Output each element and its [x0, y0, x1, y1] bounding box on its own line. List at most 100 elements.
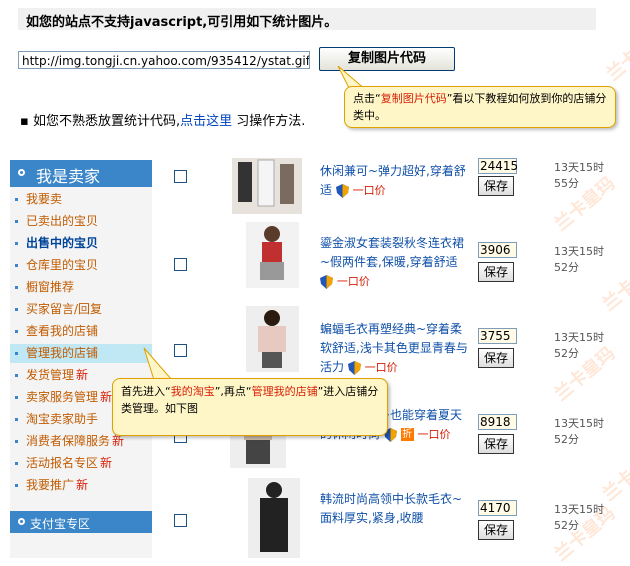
price-label: 一口价	[352, 184, 386, 197]
tip-highlight: 复制图片代码	[380, 92, 447, 105]
click-here-link[interactable]: 点击这里	[180, 114, 232, 129]
product-row: 韩流时尚高领中长款毛衣~面料厚实,紧身,收腰 4170 保存 13天15时52分	[160, 476, 630, 562]
tip-highlight: 管理我的店铺	[251, 385, 318, 398]
new-badge: 新	[112, 434, 125, 448]
bullet-icon	[15, 198, 18, 201]
product-checkbox[interactable]	[174, 258, 187, 271]
circle-icon	[18, 518, 25, 525]
product-checkbox[interactable]	[174, 514, 187, 527]
sidebar-item-showcase[interactable]: 橱窗推荐	[10, 278, 152, 297]
sidebar-title: 我是卖家	[36, 167, 101, 186]
sidebar-item-sell[interactable]: 我要卖	[10, 190, 152, 209]
info-text: 习操作方法.	[232, 114, 306, 129]
remaining-time: 13天15时52分	[554, 417, 604, 446]
tip-callout-manage-shop: 首先进入“我的淘宝”,再点“管理我的店铺”进入店铺分类管理。如下图	[112, 378, 388, 436]
save-button[interactable]: 保存	[478, 520, 514, 540]
sidebar-item-view-shop[interactable]: 查看我的店铺	[10, 322, 152, 341]
sidebar-item-warehouse[interactable]: 仓库里的宝贝	[10, 256, 152, 275]
bullet-icon	[15, 440, 18, 443]
sidebar-item-label: 发货管理	[26, 368, 75, 382]
bullet-icon	[15, 242, 18, 245]
new-badge: 新	[100, 390, 113, 404]
shield-icon	[347, 360, 361, 375]
product-title[interactable]: 休闲兼可~弹力超好,穿着舒适 一口价	[320, 162, 470, 200]
page-title: 如您的站点不支持javascript,可引用如下统计图片。	[26, 15, 338, 30]
product-thumbnail[interactable]	[248, 478, 300, 558]
sidebar-item-label: 查看我的店铺	[26, 324, 99, 338]
price-label: 一口价	[336, 275, 370, 288]
product-row: 鎏金淑女套装裂秋冬连衣裙~假两件套,保暖,穿着舒适 一口价 3906 保存 13…	[160, 218, 630, 304]
sidebar-alipay-header[interactable]: 支付宝专区	[10, 511, 152, 533]
shield-icon	[335, 183, 349, 198]
bullet-icon	[15, 330, 18, 333]
product-title[interactable]: 蝙蝠毛衣再塑经典~穿着柔软舒适,浅卡其色更显青春与活力 一口价	[320, 320, 470, 377]
quantity-input[interactable]: 24415	[478, 158, 518, 174]
tip-callout-copy: 点击“复制图片代码”看以下教程如何放到你的店铺分类中。	[344, 86, 616, 128]
remaining-time: 13天15时55分	[554, 161, 604, 190]
seller-sidebar: 我是卖家 我要卖 已卖出的宝贝 出售中的宝贝 仓库里的宝贝 橱窗推荐 买家留言/…	[10, 160, 152, 558]
remaining-time: 13天15时52分	[554, 245, 604, 274]
bullet-icon	[15, 484, 18, 487]
tip-highlight: 我的淘宝	[170, 385, 215, 398]
save-button[interactable]: 保存	[478, 176, 514, 196]
product-thumbnail[interactable]	[246, 306, 299, 372]
quantity-input[interactable]: 4170	[478, 500, 517, 516]
circle-icon	[18, 169, 25, 176]
sidebar-item-manage-shop[interactable]: 管理我的店铺	[10, 344, 152, 363]
quantity-input[interactable]: 3906	[478, 242, 517, 258]
remaining-time: 13天15时52分	[554, 331, 604, 360]
price-label: 一口价	[417, 428, 451, 441]
bullet-icon	[15, 352, 18, 355]
quantity-input[interactable]: 8918	[478, 414, 517, 430]
sidebar-item-label: 已卖出的宝贝	[26, 214, 99, 228]
remaining-time: 13天15时52分	[554, 503, 604, 532]
sidebar-item-label: 我要推广	[26, 478, 75, 492]
tip-text: 点击“	[353, 92, 381, 105]
sidebar-item-label: 我要卖	[26, 192, 63, 206]
sidebar-item-label: 管理我的店铺	[26, 346, 99, 360]
save-button[interactable]: 保存	[478, 434, 514, 454]
new-badge: 新	[100, 456, 113, 470]
sidebar-item-messages[interactable]: 买家留言/回复	[10, 300, 152, 319]
sidebar-item-sold[interactable]: 已卖出的宝贝	[10, 212, 152, 231]
sidebar-item-label: 出售中的宝贝	[26, 236, 99, 250]
sidebar-item-promote[interactable]: 我要推广新	[10, 476, 152, 495]
tip-text: ”,再点“	[214, 385, 252, 398]
save-button[interactable]: 保存	[478, 348, 514, 368]
header-bar: 如您的站点不支持javascript,可引用如下统计图片。	[18, 8, 596, 30]
info-text: ▪ 如您不熟悉放置统计代码,	[20, 114, 181, 129]
save-button[interactable]: 保存	[478, 262, 514, 282]
price-label: 一口价	[364, 361, 398, 374]
product-title-text: 韩流时尚高领中长款毛衣~面料厚实,紧身,收腰	[320, 492, 463, 525]
sidebar-item-label: 淘宝卖家助手	[26, 412, 99, 426]
image-code-input[interactable]: http://img.tongji.cn.yahoo.com/935412/ys…	[18, 51, 310, 69]
info-line: ▪ 如您不熟悉放置统计代码,点击这里 习操作方法.	[20, 110, 305, 129]
sidebar-item-label: 买家留言/回复	[26, 302, 103, 316]
bullet-icon	[15, 286, 18, 289]
bullet-icon	[15, 418, 18, 421]
quantity-input[interactable]: 3755	[478, 328, 517, 344]
product-title-text: 鎏金淑女套装裂秋冬连衣裙~假两件套,保暖,穿着舒适	[320, 236, 465, 269]
sidebar-item-label: 卖家服务管理	[26, 390, 99, 404]
sidebar-item-label: 消费者保障服务	[26, 434, 111, 448]
product-thumbnail[interactable]	[246, 222, 299, 288]
sidebar-item-label: 活动报名专区	[26, 456, 99, 470]
product-checkbox[interactable]	[174, 170, 187, 183]
bullet-icon	[15, 374, 18, 377]
sidebar-footer-label: 支付宝专区	[30, 517, 91, 531]
new-badge: 新	[76, 368, 89, 382]
sidebar-item-label: 仓库里的宝贝	[26, 258, 99, 272]
product-thumbnail[interactable]	[232, 158, 302, 214]
sidebar-header: 我是卖家	[10, 160, 152, 187]
shield-icon	[320, 274, 333, 289]
product-title[interactable]: 鎏金淑女套装裂秋冬连衣裙~假两件套,保暖,穿着舒适 一口价	[320, 234, 470, 291]
product-title[interactable]: 韩流时尚高领中长款毛衣~面料厚实,紧身,收腰	[320, 490, 470, 528]
sidebar-item-on-sale[interactable]: 出售中的宝贝	[10, 234, 152, 253]
sidebar-item-label: 橱窗推荐	[26, 280, 75, 294]
bullet-icon	[15, 308, 18, 311]
discount-icon: 折	[400, 428, 414, 441]
sidebar-item-events[interactable]: 活动报名专区新	[10, 454, 152, 473]
bullet-icon	[15, 220, 18, 223]
watermark: 兰卡皇玛	[602, 22, 630, 86]
tip-text: 首先进入“	[121, 385, 171, 398]
